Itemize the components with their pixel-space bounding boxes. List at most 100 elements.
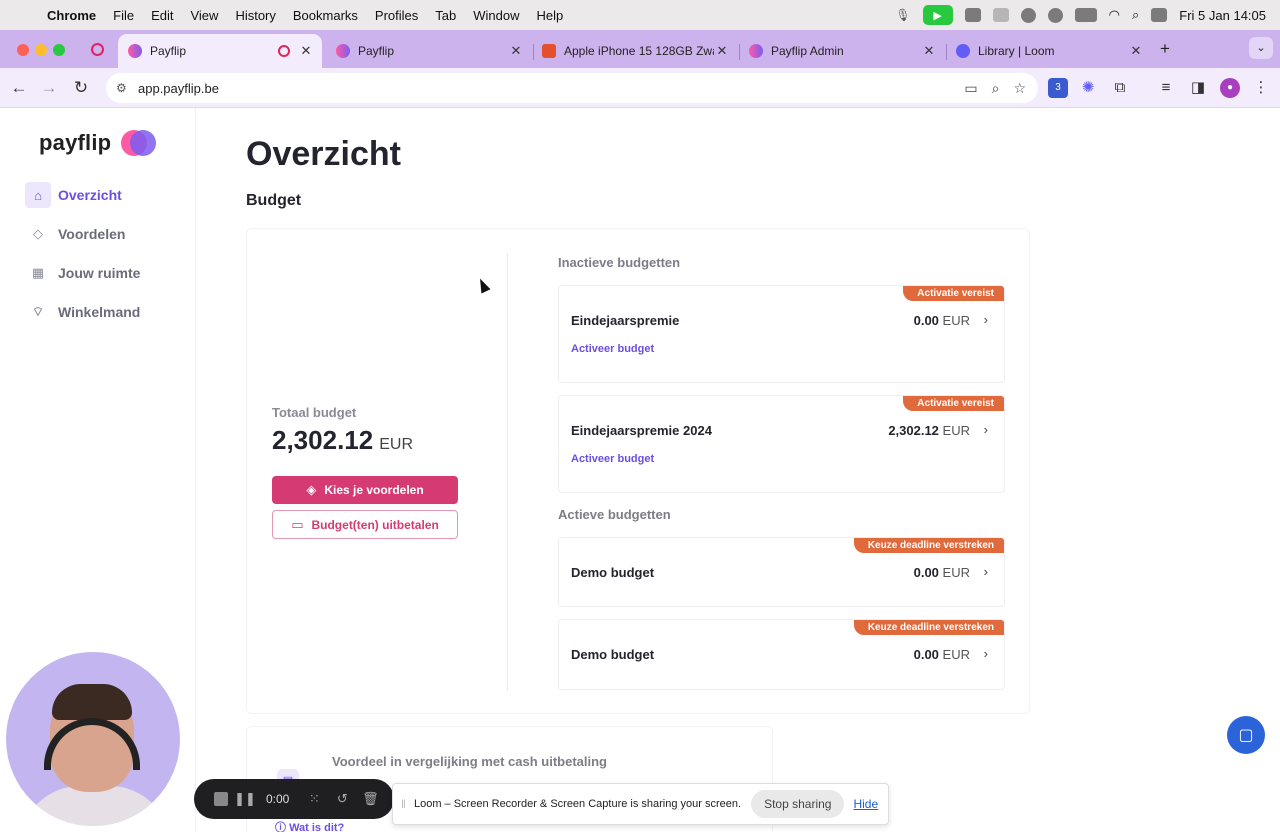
forward-arrow-icon[interactable]: →	[38, 77, 60, 99]
battery-icon[interactable]	[1074, 8, 1097, 22]
budget-item[interactable]: Activatie vereist Eindejaarspremie 0.00 …	[558, 285, 1005, 383]
window-zoom-button[interactable]	[53, 44, 65, 56]
total-budget-value: 2,302.12	[272, 425, 374, 455]
chrome-menu-icon[interactable]: ⋮	[1251, 78, 1271, 98]
new-tab-icon[interactable]: +	[1160, 39, 1170, 59]
what-is-this-link[interactable]: ⓘ Wat is dit?	[275, 819, 344, 832]
payout-budget-label: Budget(ten) uitbetalen	[311, 517, 439, 532]
tab-payflip-admin[interactable]: Payflip Admin ✕	[739, 34, 945, 68]
tab-title: Payflip	[358, 44, 395, 58]
sidebar-item-winkelmand[interactable]: ⌔ Winkelmand	[25, 299, 175, 325]
chevron-right-icon[interactable]: ›	[984, 312, 988, 327]
chevron-right-icon[interactable]: ›	[984, 646, 988, 661]
webcam-bubble[interactable]	[6, 652, 180, 826]
tab-close-icon[interactable]: ✕	[921, 43, 937, 59]
sidebar-item-label: Jouw ruimte	[58, 265, 141, 281]
payflip-logo[interactable]: payflip	[39, 130, 157, 156]
bookmark-star-icon[interactable]: ☆	[1013, 80, 1026, 97]
menu-help[interactable]: Help	[537, 8, 564, 23]
play-circle-icon[interactable]	[1047, 7, 1063, 23]
screen-sharing-banner: ‖ Loom – Screen Recorder & Screen Captur…	[392, 783, 889, 825]
hide-banner-link[interactable]: Hide	[853, 797, 878, 811]
menu-view[interactable]: View	[190, 8, 218, 23]
total-budget-label: Totaal budget	[272, 405, 357, 420]
extension-loom-icon[interactable]: ✺	[1078, 78, 1098, 98]
folder-icon[interactable]	[992, 8, 1009, 22]
stop-recording-button[interactable]	[214, 792, 228, 806]
side-panel-icon[interactable]: ◨	[1188, 78, 1208, 98]
stop-sharing-button[interactable]: Stop sharing	[751, 790, 845, 818]
zoom-icon[interactable]: ⌕	[992, 80, 1000, 97]
sidebar-item-voordelen[interactable]: ◇ Voordelen	[25, 221, 175, 247]
extension-badge-icon[interactable]: 3	[1048, 78, 1068, 98]
menu-edit[interactable]: Edit	[151, 8, 173, 23]
extensions-puzzle-icon[interactable]: ⧉	[1110, 78, 1130, 98]
budget-item[interactable]: Activatie vereist Eindejaarspremie 2024 …	[558, 395, 1005, 493]
choose-benefits-button[interactable]: ◈ Kies je voordelen	[272, 476, 458, 504]
camera-in-use-icon[interactable]: ▭	[964, 80, 977, 97]
profile-avatar[interactable]: ●	[1220, 78, 1240, 98]
sidebar-item-jouw-ruimte[interactable]: ▦ Jouw ruimte	[25, 260, 175, 286]
recording-indicator-icon	[91, 43, 104, 56]
choose-benefits-label: Kies je voordelen	[324, 483, 424, 497]
macos-menubar: Chrome File Edit View History Bookmarks …	[0, 0, 1280, 30]
tab-payflip-active[interactable]: Payflip ✕	[118, 34, 322, 68]
address-bar[interactable]: ⚙ app.payflip.be ▭ ⌕ ☆	[106, 73, 1038, 103]
menu-file[interactable]: File	[113, 8, 134, 23]
budget-item[interactable]: Keuze deadline verstreken Demo budget 0.…	[558, 619, 1005, 690]
microphone-icon[interactable]: 🎙	[895, 8, 910, 22]
window-close-button[interactable]	[17, 44, 29, 56]
pause-icon[interactable]: ❚❚	[234, 788, 256, 810]
tab-close-icon[interactable]: ✕	[508, 43, 524, 59]
inactive-budgets-heading: Inactieve budgetten	[558, 255, 681, 270]
menu-app-name[interactable]: Chrome	[47, 8, 96, 23]
menu-profiles[interactable]: Profiles	[375, 8, 418, 23]
paperclip-icon[interactable]	[1020, 7, 1036, 23]
wifi-icon[interactable]: ◠	[1109, 7, 1120, 23]
activate-budget-link[interactable]: Activeer budget	[571, 343, 654, 355]
window-minimize-button[interactable]	[35, 44, 47, 56]
address-url[interactable]: app.payflip.be	[138, 81, 219, 96]
tab-apple-iphone[interactable]: Apple iPhone 15 128GB Zwar ✕	[532, 34, 738, 68]
delete-icon[interactable]: 🗑	[359, 788, 381, 810]
budget-item[interactable]: Keuze deadline verstreken Demo budget 0.…	[558, 537, 1005, 607]
menu-bookmarks[interactable]: Bookmarks	[293, 8, 358, 23]
control-center-icon[interactable]	[1151, 8, 1168, 22]
tab-close-icon[interactable]: ✕	[714, 43, 730, 59]
active-budgets-heading: Actieve budgetten	[558, 507, 671, 522]
tab-title: Library | Loom	[978, 44, 1055, 58]
menu-tab[interactable]: Tab	[435, 8, 456, 23]
home-icon: ⌂	[25, 182, 51, 208]
tab-close-icon[interactable]: ✕	[298, 43, 314, 59]
drawing-tools-icon[interactable]: ⁙	[303, 788, 325, 810]
payout-budget-button[interactable]: ▭ Budget(ten) uitbetalen	[272, 510, 458, 539]
drag-handle-icon[interactable]: ‖	[401, 797, 406, 811]
tab-payflip[interactable]: Payflip ✕	[326, 34, 532, 68]
tag-icon: ◈	[306, 482, 317, 497]
facetime-camera-icon[interactable]: ▶	[922, 5, 953, 25]
menubar-clock[interactable]: Fri 5 Jan 14:05	[1179, 8, 1266, 23]
back-arrow-icon[interactable]: ←	[8, 77, 30, 99]
restart-icon[interactable]: ↺	[331, 788, 353, 810]
menubar-app-icon[interactable]	[964, 8, 981, 22]
tab-loom-library[interactable]: Library | Loom ✕	[946, 34, 1152, 68]
sidebar-item-overzicht[interactable]: ⌂ Overzicht	[25, 182, 175, 208]
menu-window[interactable]: Window	[473, 8, 519, 23]
activate-budget-link[interactable]: Activeer budget	[571, 453, 654, 465]
budget-name: Eindejaarspremie 2024	[571, 423, 712, 438]
spotlight-search-icon[interactable]: ⌕	[1132, 7, 1139, 23]
menu-history[interactable]: History	[235, 8, 275, 23]
budget-name: Eindejaarspremie	[571, 313, 680, 328]
support-chat-icon[interactable]: ▢	[1227, 716, 1265, 754]
media-controls-icon[interactable]: ≡	[1156, 78, 1176, 98]
page-title: Overzicht	[246, 135, 401, 173]
tab-title: Payflip	[150, 44, 187, 58]
site-info-icon[interactable]: ⚙	[116, 81, 132, 95]
chevron-right-icon[interactable]: ›	[984, 422, 988, 437]
reload-icon[interactable]: ↻	[70, 77, 92, 99]
tab-search-chevron-icon[interactable]: ⌄	[1249, 37, 1273, 59]
tab-close-icon[interactable]: ✕	[1128, 43, 1144, 59]
tab-recording-icon	[278, 45, 290, 57]
budget-amount: 0.00 EUR	[913, 647, 970, 662]
chevron-right-icon[interactable]: ›	[984, 564, 988, 579]
